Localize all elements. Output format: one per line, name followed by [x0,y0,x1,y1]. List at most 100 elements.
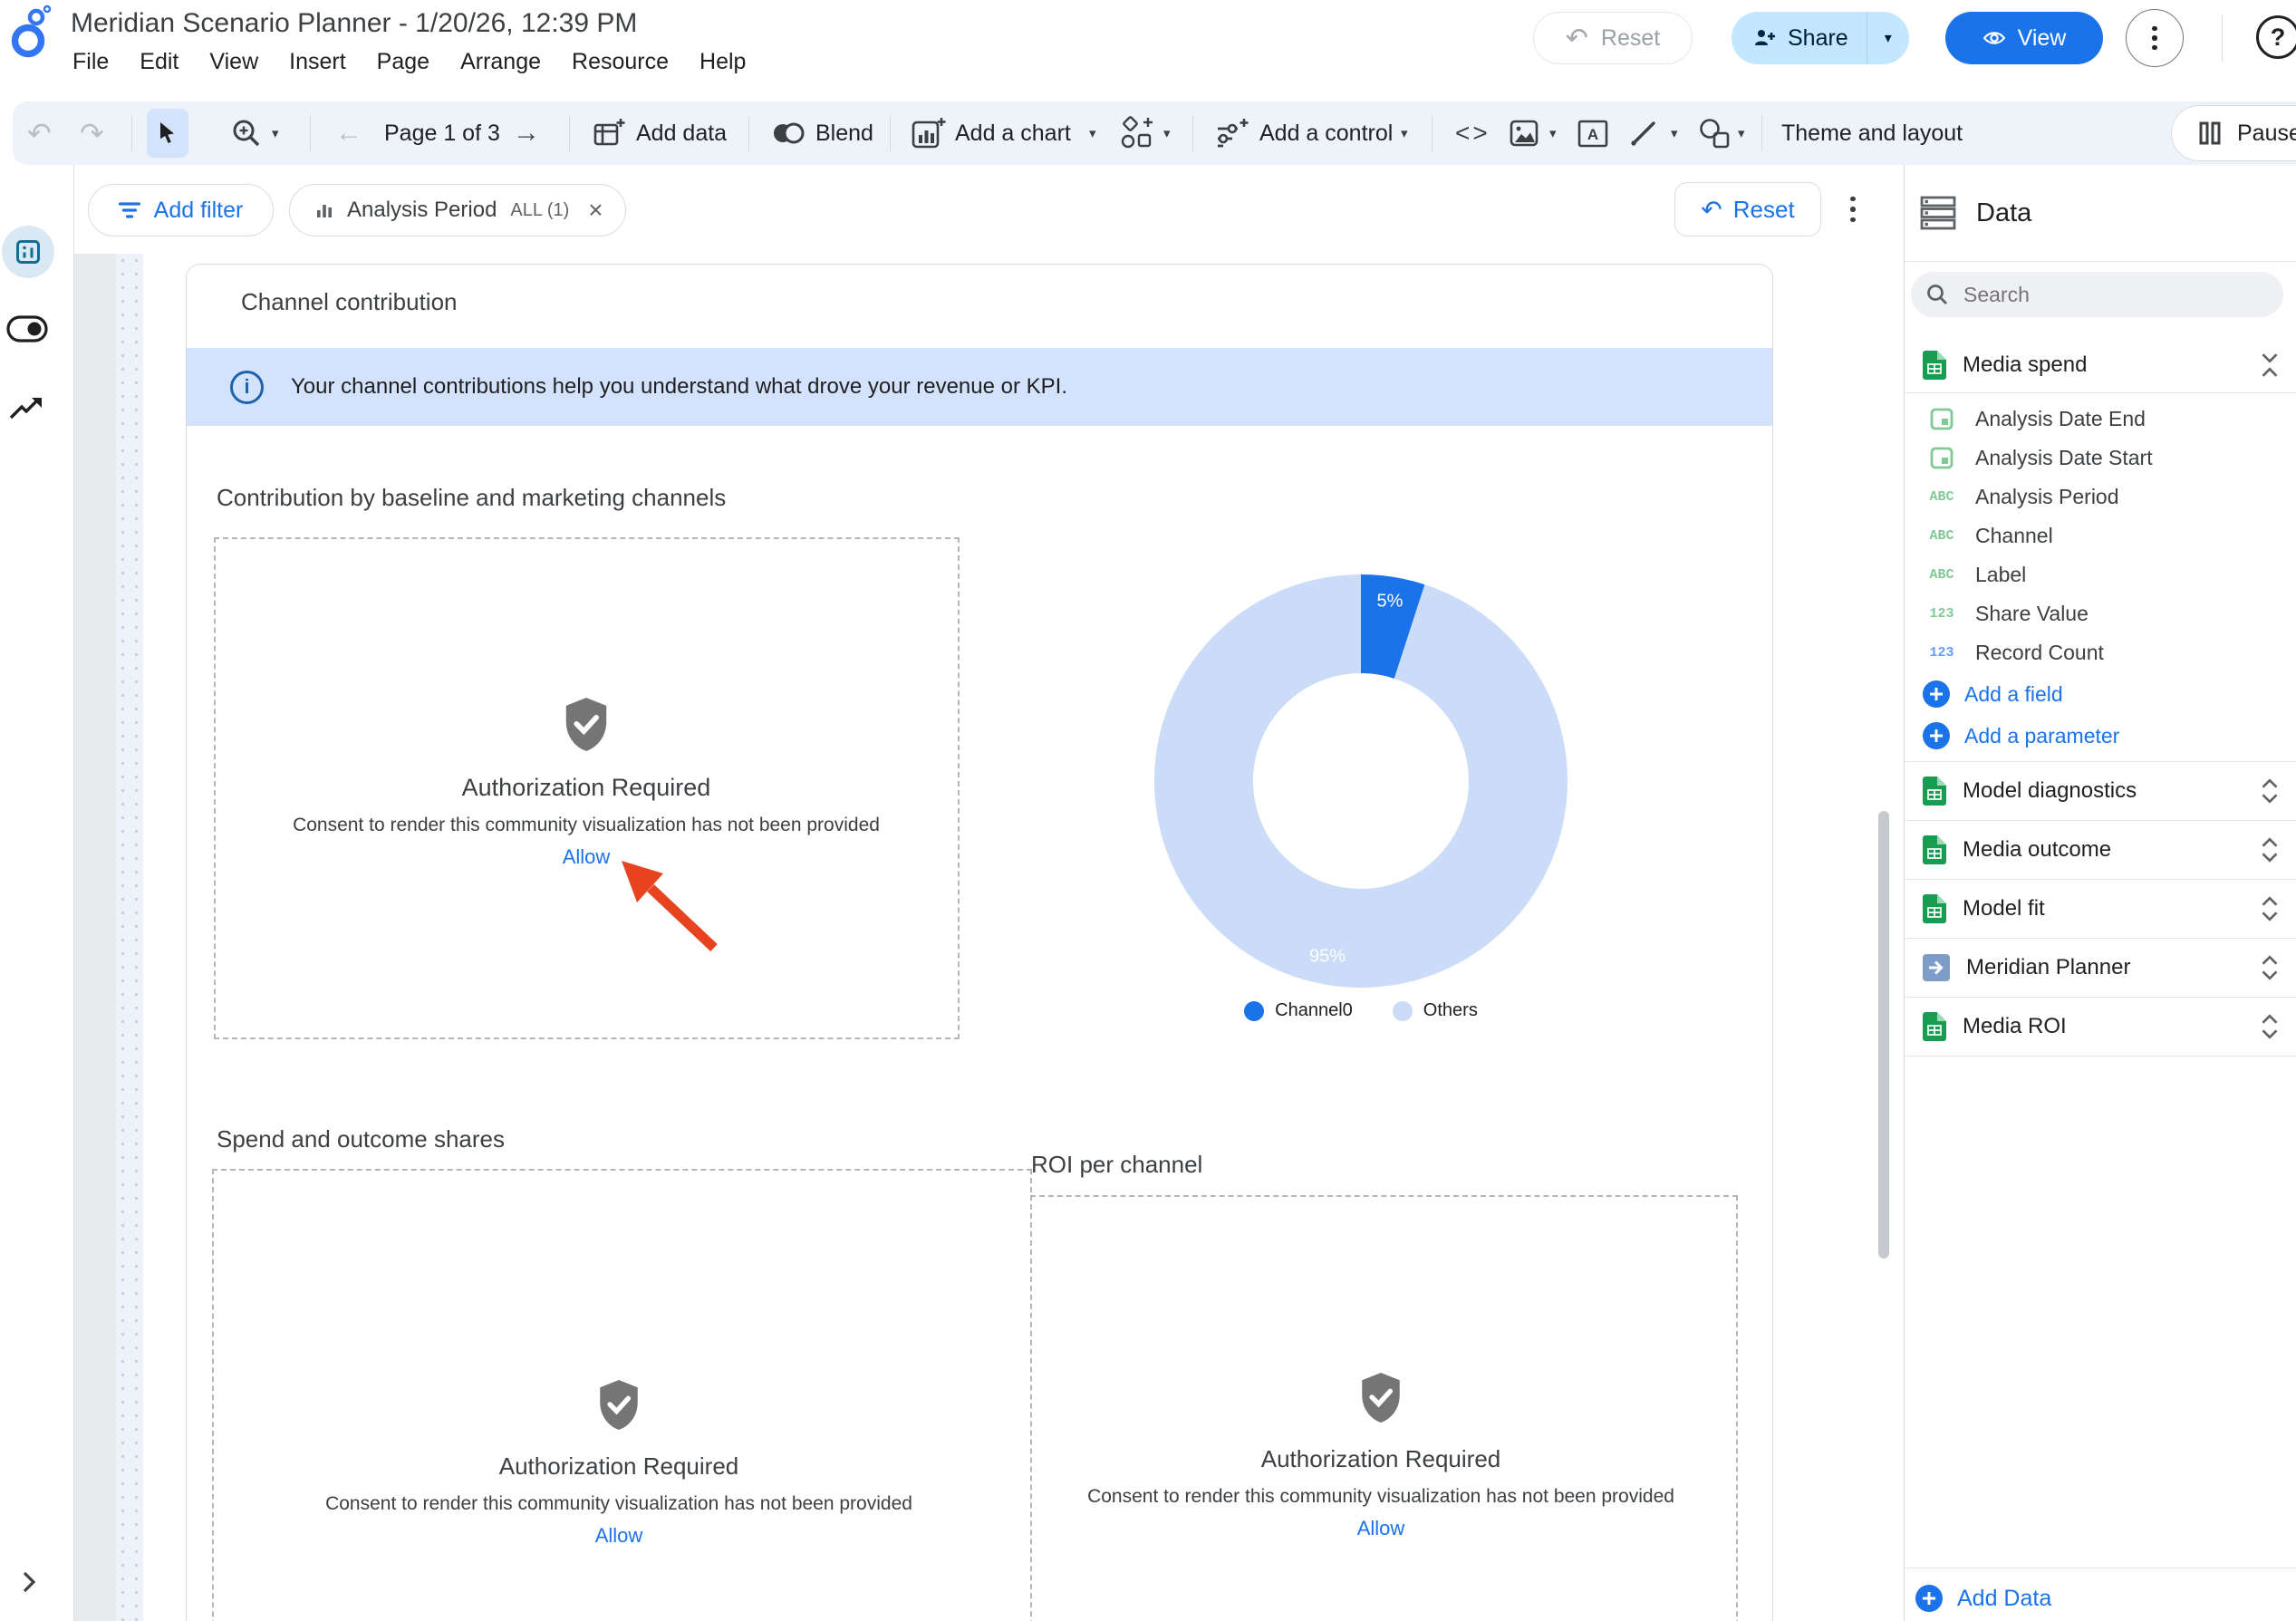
expand-icon[interactable] [2260,777,2280,805]
header-reset-label: Reset [1601,25,1660,52]
search-input[interactable] [1963,283,2253,307]
menu-file[interactable]: File [72,49,109,75]
chevron-down-icon[interactable]: ▾ [1671,101,1678,165]
add-data-button-panel[interactable]: Add Data [1905,1577,2296,1620]
menu-resource[interactable]: Resource [572,49,669,75]
undo-button[interactable]: ↶ [27,101,52,165]
page-indicator[interactable]: Page 1 of 3 [384,101,500,165]
allow-link[interactable]: Allow [1357,1517,1405,1540]
menu-edit[interactable]: Edit [140,49,178,75]
source-media-outcome[interactable]: Media outcome [1905,820,2296,879]
chevron-right-icon [22,1570,36,1594]
search-icon [1925,283,1949,306]
pause-updates-button[interactable]: Pause u [2171,105,2296,161]
insert-text-button[interactable]: A [1577,101,1609,165]
rail-expand-button[interactable] [13,1564,45,1600]
add-field-button[interactable]: Add a field [1905,674,2296,714]
add-chart-label[interactable]: Add a chart [955,101,1071,165]
insert-line-button[interactable] [1629,101,1658,165]
next-page-button[interactable]: → [513,101,540,165]
embed-code-button[interactable]: <> [1455,101,1490,165]
add-data-icon [593,117,625,150]
menu-insert[interactable]: Insert [289,49,346,75]
add-parameter-button[interactable]: Add a parameter [1905,716,2296,756]
zoom-tool-button[interactable]: ▾ [230,101,279,165]
blend-label[interactable]: Blend [815,101,873,165]
field-analysis-period[interactable]: ABC Analysis Period [1905,477,2296,516]
add-control-label[interactable]: Add a control [1259,101,1393,165]
report-card: Channel contribution i Your channel cont… [186,264,1773,1621]
legend-label: Others [1423,1000,1478,1021]
insert-image-button[interactable] [1510,101,1540,165]
share-button[interactable]: Share [1732,12,1867,64]
insert-shape-button[interactable] [1698,101,1732,165]
view-button[interactable]: View [1945,12,2103,64]
chevron-down-icon[interactable]: ▾ [1549,101,1557,165]
auth-message: Consent to render this community visuali… [242,815,931,836]
auth-title: Authorization Required [275,1452,963,1481]
rail-trends-tab[interactable] [5,390,49,426]
looker-studio-logo [7,4,56,58]
chevron-down-icon[interactable]: ▾ [1163,101,1171,165]
add-data-label[interactable]: Add data [636,101,727,165]
blend-button[interactable] [772,101,805,165]
add-filter-button[interactable]: Add filter [88,184,274,236]
field-label-field[interactable]: ABC Label [1905,555,2296,594]
add-control-button[interactable] [1216,101,1250,165]
source-label: Media outcome [1963,837,2111,863]
menu-arrange[interactable]: Arrange [460,49,541,75]
sheets-icon [1923,894,1946,923]
report-canvas: Channel contribution i Your channel cont… [74,254,1904,1621]
share-dropdown-button[interactable]: ▾ [1867,12,1909,64]
expand-icon[interactable] [2260,1013,2280,1040]
help-button[interactable]: ? [2256,15,2296,59]
rail-report-tab[interactable] [2,226,54,278]
chevron-down-icon[interactable]: ▾ [1089,101,1096,165]
expand-icon[interactable] [2260,895,2280,922]
source-media-spend[interactable]: Media spend [1905,343,2296,388]
theme-layout-button[interactable]: Theme and layout [1781,101,1963,165]
expand-icon[interactable] [2260,954,2280,981]
chevron-down-icon[interactable]: ▾ [1738,101,1745,165]
header-more-options-button[interactable] [2126,9,2184,67]
allow-link[interactable]: Allow [563,845,611,869]
search-box[interactable] [1911,272,2283,317]
source-model-fit[interactable]: Model fit [1905,879,2296,938]
field-analysis-date-end[interactable]: Analysis Date End [1905,399,2296,439]
field-channel[interactable]: ABC Channel [1905,516,2296,555]
add-chart-button[interactable] [912,101,946,165]
section-heading-spend: Spend and outcome shares [217,1125,505,1153]
previous-page-button[interactable]: ← [335,101,362,165]
filter-reset-button[interactable]: ↶ Reset [1674,182,1821,236]
menu-page[interactable]: Page [377,49,429,75]
header-reset-button[interactable]: ↶ Reset [1533,12,1693,64]
toolbar-divider [569,115,570,151]
rail-controls-tab[interactable] [4,308,51,350]
allow-link[interactable]: Allow [595,1524,643,1548]
collapse-icon[interactable] [2260,352,2280,379]
source-model-diagnostics[interactable]: Model diagnostics [1905,761,2296,820]
report-title[interactable]: Meridian Scenario Planner - 1/20/26, 12:… [71,8,637,39]
code-icon: <> [1455,119,1490,148]
field-share-value[interactable]: 123 Share Value [1905,593,2296,633]
filter-bar-more-button[interactable] [1838,187,1868,232]
community-visualizations-button[interactable] [1120,101,1156,165]
chevron-down-icon[interactable]: ▾ [1401,101,1408,165]
select-tool-button[interactable] [147,109,188,158]
community-viz-icon [1120,116,1156,150]
text-icon: A [1577,118,1609,149]
field-label: Analysis Date End [1975,407,2146,431]
add-data-button[interactable] [593,101,625,165]
field-record-count[interactable]: 123 Record Count [1905,632,2296,672]
source-meridian-planner[interactable]: Meridian Planner [1905,938,2296,997]
menu-view[interactable]: View [209,49,258,75]
redo-button[interactable]: ↷ [80,101,104,165]
canvas-scrollbar-thumb[interactable] [1878,811,1889,1259]
field-analysis-date-start[interactable]: Analysis Date Start [1905,438,2296,478]
expand-icon[interactable] [2260,836,2280,864]
filter-chip-analysis-period[interactable]: Analysis Period ALL (1) × [289,184,626,236]
menu-help[interactable]: Help [699,49,746,75]
close-icon[interactable]: × [588,196,603,225]
add-filter-label: Add filter [154,198,244,224]
source-media-roi[interactable]: Media ROI [1905,997,2296,1056]
